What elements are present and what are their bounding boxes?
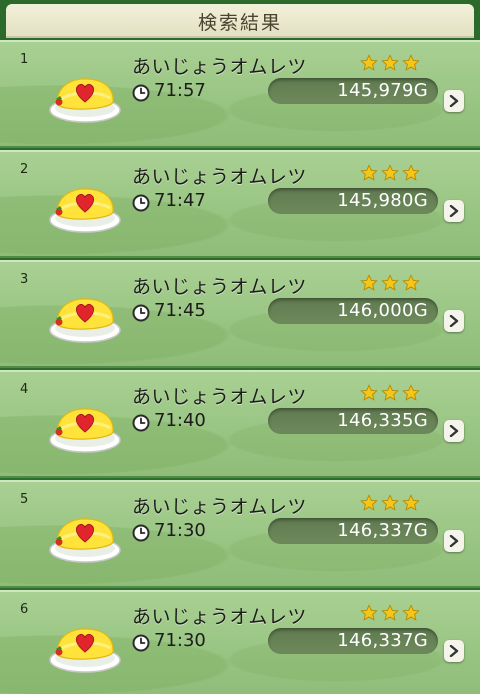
item-name: あいじょうオムレツ <box>132 606 307 628</box>
star-icon <box>402 494 420 511</box>
remaining-time: 71:45 <box>154 300 206 321</box>
result-row[interactable]: 2 あいじょうオムレツ 71:47 145,980G <box>0 150 480 258</box>
chevron-right-icon <box>449 315 459 327</box>
results-list: 1 あいじょうオムレツ 71:57 145,979G 2 あいじょうオムレツ 7… <box>0 40 480 694</box>
rating-stars <box>360 54 420 72</box>
page-title: 検索結果 <box>197 11 282 34</box>
open-detail-button[interactable] <box>444 640 464 662</box>
star-icon <box>402 604 420 621</box>
clock-icon <box>132 84 150 102</box>
chevron-right-icon <box>449 425 459 437</box>
row-index: 6 <box>20 602 29 617</box>
results-window: 検索結果 1 あいじょうオムレツ 71:57 145,979G 2 あいじょうオ… <box>0 0 480 694</box>
omelette-heart-icon <box>49 78 121 123</box>
row-index: 3 <box>20 272 29 287</box>
header-bar: 検索結果 <box>6 4 474 38</box>
remaining-time: 71:40 <box>154 410 206 431</box>
rating-stars <box>360 494 420 512</box>
item-name: あいじょうオムレツ <box>132 56 307 78</box>
result-row[interactable]: 6 あいじょうオムレツ 71:30 146,337G <box>0 590 480 694</box>
rating-stars <box>360 274 420 292</box>
remaining-time: 71:30 <box>154 520 206 541</box>
rating-stars <box>360 384 420 402</box>
price-value: 146,337G <box>337 630 428 651</box>
clock-icon <box>132 304 150 322</box>
price-box: 146,337G <box>268 518 438 544</box>
omelette-heart-icon <box>49 188 121 233</box>
omelette-heart-icon <box>49 298 121 343</box>
star-icon <box>402 274 420 291</box>
clock-icon <box>132 414 150 432</box>
remaining-time: 71:30 <box>154 630 206 651</box>
row-index: 5 <box>20 492 29 507</box>
open-detail-button[interactable] <box>444 310 464 332</box>
price-box: 145,980G <box>268 188 438 214</box>
star-icon <box>402 164 420 181</box>
star-icon <box>381 604 399 621</box>
remaining-time: 71:47 <box>154 190 206 211</box>
star-icon <box>360 604 378 621</box>
price-value: 145,979G <box>337 80 428 101</box>
item-name: あいじょうオムレツ <box>132 166 307 188</box>
omelette-heart-icon <box>49 408 121 453</box>
star-icon <box>360 164 378 181</box>
remaining-time: 71:57 <box>154 80 206 101</box>
omelette-heart-icon <box>49 628 121 673</box>
rating-stars <box>360 604 420 622</box>
star-icon <box>381 164 399 181</box>
result-row[interactable]: 5 あいじょうオムレツ 71:30 146,337G <box>0 480 480 588</box>
price-value: 146,000G <box>337 300 428 321</box>
star-icon <box>360 274 378 291</box>
clock-icon <box>132 634 150 652</box>
price-value: 146,335G <box>337 410 428 431</box>
price-value: 145,980G <box>337 190 428 211</box>
item-name: あいじょうオムレツ <box>132 276 307 298</box>
open-detail-button[interactable] <box>444 90 464 112</box>
star-icon <box>360 54 378 71</box>
omelette-heart-icon <box>49 518 121 563</box>
clock-icon <box>132 524 150 542</box>
chevron-right-icon <box>449 645 459 657</box>
star-icon <box>381 384 399 401</box>
chevron-right-icon <box>449 205 459 217</box>
open-detail-button[interactable] <box>444 420 464 442</box>
price-box: 146,335G <box>268 408 438 434</box>
result-row[interactable]: 4 あいじょうオムレツ 71:40 146,335G <box>0 370 480 478</box>
star-icon <box>402 384 420 401</box>
star-icon <box>360 494 378 511</box>
star-icon <box>381 54 399 71</box>
star-icon <box>381 274 399 291</box>
price-box: 145,979G <box>268 78 438 104</box>
star-icon <box>381 494 399 511</box>
item-name: あいじょうオムレツ <box>132 386 307 408</box>
price-box: 146,337G <box>268 628 438 654</box>
chevron-right-icon <box>449 95 459 107</box>
item-name: あいじょうオムレツ <box>132 496 307 518</box>
row-index: 4 <box>20 382 29 397</box>
chevron-right-icon <box>449 535 459 547</box>
open-detail-button[interactable] <box>444 200 464 222</box>
star-icon <box>402 54 420 71</box>
open-detail-button[interactable] <box>444 530 464 552</box>
price-box: 146,000G <box>268 298 438 324</box>
price-value: 146,337G <box>337 520 428 541</box>
rating-stars <box>360 164 420 182</box>
clock-icon <box>132 194 150 212</box>
star-icon <box>360 384 378 401</box>
result-row[interactable]: 3 あいじょうオムレツ 71:45 146,000G <box>0 260 480 368</box>
row-index: 2 <box>20 162 29 177</box>
result-row[interactable]: 1 あいじょうオムレツ 71:57 145,979G <box>0 40 480 148</box>
row-index: 1 <box>20 52 29 67</box>
